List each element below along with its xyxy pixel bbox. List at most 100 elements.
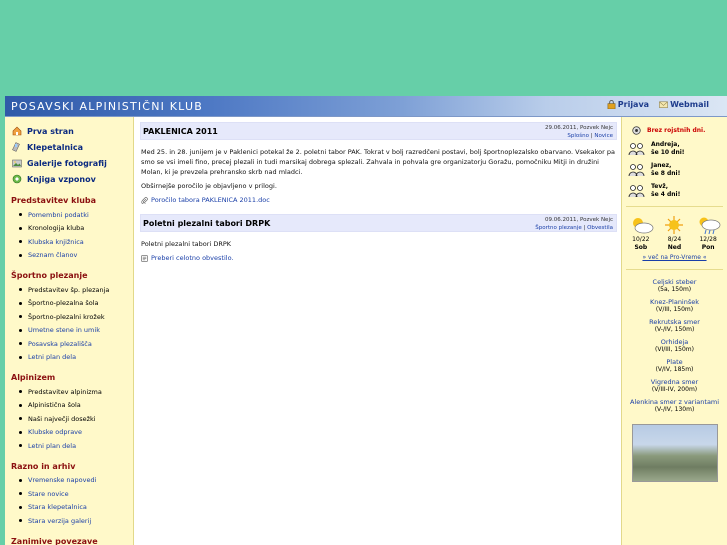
sidebar-item-letni-plan-dela[interactable]: Letni plan dela [19, 439, 133, 453]
route-grade: (V/IV, 185m) [655, 366, 694, 373]
post-category-link[interactable]: Športno plezanje [535, 225, 581, 231]
route-grade: (V-/IV, 130m) [654, 406, 695, 413]
section-title-zanimive-povezave: Zanimive povezave [11, 536, 98, 545]
left-sidebar: Prva stran Klepetalnica Galerije fotogra… [5, 117, 134, 545]
sidebar-item-label[interactable]: Stara klepetalnica [28, 503, 87, 511]
post-category-link[interactable]: Novice [594, 133, 613, 139]
route-link[interactable]: Rekrutska smer [622, 318, 727, 326]
route-link[interactable]: Alenkina smer z variantami [622, 398, 727, 406]
route-entry: Knez-Planinšek (V/III, 150m) [622, 298, 727, 314]
divider [626, 269, 723, 270]
sidebar-item-label[interactable]: Letni plan dela [28, 442, 76, 450]
sidebar-item-label: Naši največji dosežki [28, 414, 96, 423]
birthday-text: Andreja, še 10 dni! [651, 141, 685, 156]
nav-gallery[interactable]: Galerije fotografij [12, 155, 133, 171]
sidebar-item-label[interactable]: Stara verzija galerij [28, 517, 91, 525]
section-title-predstavitev-kluba: Predstavitev kluba [11, 196, 97, 205]
sidebar-item-label[interactable]: Umetne stene in umik [28, 326, 100, 334]
birthday-name: Andreja, [651, 141, 680, 148]
sidebar-item-posavska-plezalisca[interactable]: Posavska plezališča [19, 337, 133, 351]
rain-icon [699, 217, 721, 235]
weather-day-name: Sob [634, 243, 648, 251]
login-link[interactable]: Prijava [607, 100, 649, 109]
random-photo[interactable] [631, 424, 718, 482]
sidebar-sections: Predstavitev kluba Pomembni podatki Kronol… [5, 196, 133, 545]
sidebar-item-label[interactable]: Klubska knjižnica [28, 238, 84, 246]
sidebar-item-sportno-plezalna-sola: Športno-plezalna šola [19, 297, 133, 311]
sidebar-item-label: Alpinistična šola [28, 401, 81, 410]
sidebar-item-label[interactable]: Posavska plezališča [28, 340, 92, 348]
sidebar-item-label: Predstavitev alpinizma [28, 387, 102, 396]
post-body: Med 25. in 28. junijem je v Paklenici po… [140, 140, 617, 205]
route-link[interactable]: Orhideja [622, 338, 727, 346]
nav-gallery-label: Galerije fotografij [27, 158, 107, 168]
post-date-author: 09.06.2011, Pozvek Nejc [545, 217, 613, 223]
weather-temp: 8/24 [667, 236, 682, 243]
route-link[interactable]: Knez-Planinšek [622, 298, 727, 306]
nav-chat[interactable]: Klepetalnica [12, 139, 133, 155]
weather-temp: 10/22 [632, 236, 650, 243]
weather-day: 10/22 Sob [626, 215, 656, 251]
attachment-link[interactable]: Poročilo tabora PAKLENICA 2011.doc [151, 195, 270, 205]
post-header: Poletni plezalni tabori DRPK 09.06.2011,… [140, 214, 617, 232]
read-more-link[interactable]: Preberi celotno obvestilo. [151, 253, 234, 263]
post-category-link[interactable]: Splošno [567, 133, 589, 139]
route-link[interactable]: Vigredna smer [622, 378, 727, 386]
sidebar-item-label[interactable]: Stare novice [28, 490, 69, 498]
right-sidebar: Brez rojstnih dni. Andreja, še 10 dni! Jan… [621, 117, 727, 545]
chat-icon [12, 142, 20, 152]
sidebar-item-label[interactable]: Seznam članov [28, 251, 77, 259]
webmail-label: Webmail [670, 100, 709, 109]
paperclip-icon [141, 196, 148, 204]
sidebar-item-sportno-plezalni-krozek: Športno-plezalni krožek [19, 310, 133, 324]
sidebar-item-label[interactable]: Klubske odprave [28, 428, 82, 436]
birthday-list: Andreja, še 10 dni! Janez, še 8 dni! Tevž, še… [622, 141, 727, 198]
weather-day: 12/28 Pon [693, 215, 723, 251]
birthday-entry: Janez, še 8 dni! [628, 162, 727, 177]
nav-home[interactable]: Prva stran [12, 123, 133, 139]
birthday-entry: Tevž, še 4 dni! [628, 183, 727, 198]
cloudy-icon [632, 218, 654, 234]
sidebar-item-stara-klepetalnica[interactable]: Stara klepetalnica [19, 501, 133, 515]
sidebar-item-label: Športno-plezalna šola [28, 299, 99, 308]
route-link[interactable]: Plate [622, 358, 727, 366]
sun-icon [665, 216, 684, 234]
post-date-author: 29.06.2011, Pozvek Nejc [545, 125, 613, 131]
route-entry: Plate (V/IV, 185m) [622, 358, 727, 374]
login-label: Prijava [617, 100, 650, 109]
sidebar-item-label[interactable]: Vremenske napovedi [28, 476, 96, 484]
birthday-when: še 10 dni! [651, 148, 685, 156]
sidebar-item-umetne-stene-in-umik[interactable]: Umetne stene in umik [19, 324, 133, 338]
route-entry: Alenkina smer z variantami (V-/IV, 130m) [622, 398, 727, 414]
sidebar-item-label[interactable]: Letni plan dela [28, 353, 76, 361]
webmail-link[interactable]: Webmail [659, 100, 709, 109]
book-icon [12, 174, 22, 184]
weather-forecast: 10/22 Sob 8/24 Ned 12/28 Pon [622, 215, 727, 251]
sidebar-item-nasi-najvecji-dosezki: Naši največji dosežki [19, 412, 133, 426]
sidebar-item-label: Kronologija kluba [28, 224, 85, 233]
birthday-name: Tevž, [651, 183, 669, 190]
site-title: POSAVSKI ALPINISTIČNI KLUB [11, 100, 203, 113]
post-paragraph: Obširnejše poročilo je objavljeno v pril… [141, 182, 277, 190]
people-icon [628, 142, 645, 155]
sidebar-item-seznam-clanov[interactable]: Seznam članov [19, 249, 133, 263]
sidebar-item-klubske-odprave[interactable]: Klubske odprave [19, 426, 133, 440]
sidebar-item-klubska-knjiznica[interactable]: Klubska knjižnica [19, 235, 133, 249]
birthday-when: še 4 dni! [651, 190, 681, 198]
sidebar-item-pomembni-podatki[interactable]: Pomembni podatki [19, 208, 133, 222]
weather-day: 8/24 Ned [659, 215, 689, 251]
weather-more-link[interactable]: » več na Pro-Vreme « [622, 254, 727, 261]
sidebar-item-stare-novice[interactable]: Stare novice [19, 487, 133, 501]
nav-home-label: Prva stran [27, 126, 74, 136]
gallery-icon [12, 159, 22, 168]
sidebar-item-vremenske-napovedi[interactable]: Vremenske napovedi [19, 474, 133, 488]
sidebar-item-label[interactable]: Pomembni podatki [28, 211, 89, 219]
post-category-link[interactable]: Obvestila [587, 225, 613, 231]
sidebar-item-letni-plan-dela[interactable]: Letni plan dela [19, 351, 133, 365]
nav-book[interactable]: Knjiga vzponov [12, 171, 133, 187]
route-link[interactable]: Celjski steber [622, 278, 727, 286]
sidebar-item-label: Športno-plezalni krožek [28, 312, 105, 321]
sidebar-item-stara-verzija-galerij[interactable]: Stara verzija galerij [19, 514, 133, 528]
birthday-notice: Brez rojstnih dni. [632, 126, 727, 135]
route-grade: (V/III, 150m) [655, 306, 694, 313]
